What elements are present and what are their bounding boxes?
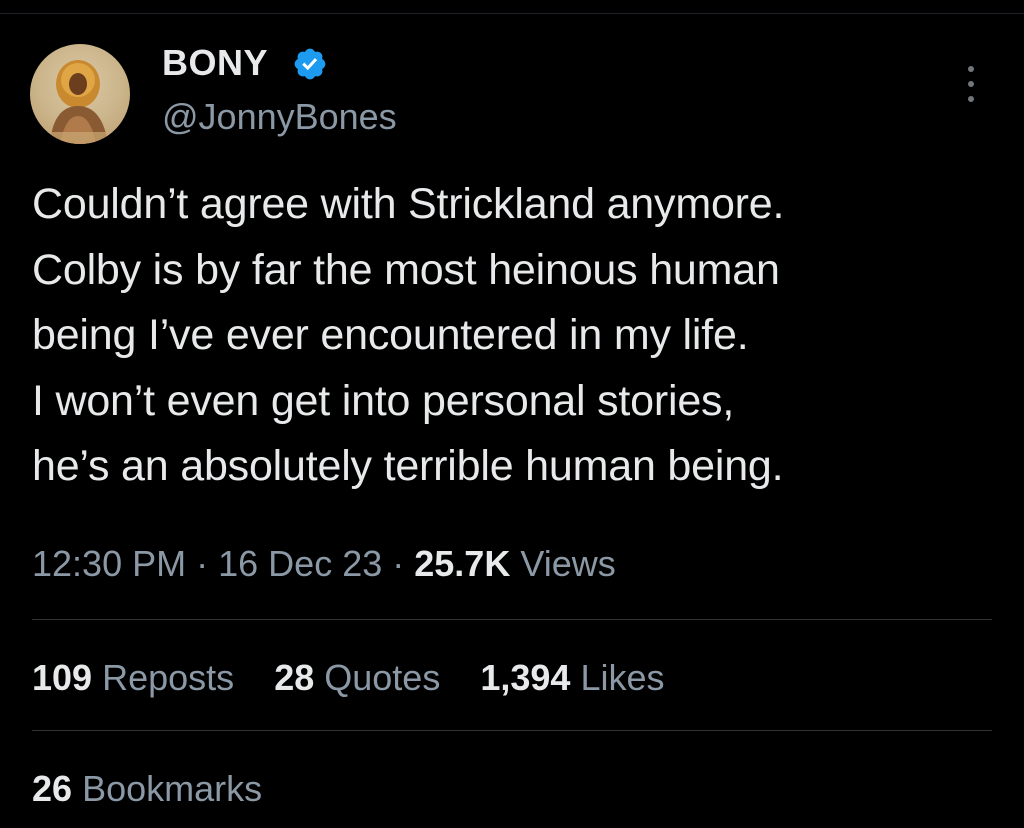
- reposts-count: 109: [32, 657, 93, 698]
- divider: [32, 730, 992, 731]
- tweet-date[interactable]: 16 Dec 23: [218, 543, 382, 584]
- engagement-stats: 109 Reposts 28 Quotes 1,394 Likes: [32, 654, 695, 702]
- divider: [32, 619, 992, 620]
- user-handle[interactable]: @JonnyBones: [162, 95, 397, 139]
- quotes-stat[interactable]: 28 Quotes: [274, 654, 440, 702]
- tweet-text-line: being I’ve ever encountered in my life.: [32, 311, 749, 359]
- likes-label: Likes: [580, 657, 665, 698]
- avatar-image: [30, 60, 130, 144]
- views-count: 25.7K: [414, 543, 511, 584]
- likes-count: 1,394: [480, 657, 571, 698]
- avatar[interactable]: [30, 44, 130, 144]
- tweet-text-line: Colby is by far the most heinous human: [32, 245, 780, 294]
- meta-separator: ·: [392, 543, 405, 584]
- bookmarks-count: 26: [32, 768, 73, 809]
- verified-badge-icon: [292, 46, 328, 82]
- tweet-time[interactable]: 12:30 PM: [32, 543, 186, 584]
- views-label: Views: [520, 543, 616, 584]
- quotes-label: Quotes: [324, 657, 441, 698]
- tweet-text-line: I won’t even get into personal stories,: [32, 376, 735, 425]
- reposts-label: Reposts: [102, 657, 235, 698]
- more-options-button[interactable]: [956, 64, 986, 104]
- reposts-stat[interactable]: 109 Reposts: [32, 654, 234, 702]
- more-options-icon-dot: [968, 81, 974, 87]
- meta-separator: ·: [196, 543, 209, 584]
- more-options-icon-dot: [968, 96, 974, 102]
- quotes-count: 28: [274, 657, 315, 698]
- tweet-text-line: Couldn’t agree with Strickland anymore.: [32, 180, 785, 228]
- tweet-text-line: he’s an absolutely terrible human being.: [32, 442, 784, 490]
- bookmarks-label: Bookmarks: [82, 768, 263, 809]
- top-divider: [0, 13, 1024, 14]
- tweet-meta: 12:30 PM · 16 Dec 23 · 25.7K Views: [32, 540, 616, 588]
- bookmarks-stat[interactable]: 26 Bookmarks: [32, 765, 292, 813]
- more-options-icon: [968, 66, 974, 72]
- tweet-text: Couldn’t agree with Strickland anymore. …: [32, 172, 1012, 500]
- likes-stat[interactable]: 1,394 Likes: [480, 654, 664, 702]
- display-name[interactable]: BONY: [162, 41, 268, 85]
